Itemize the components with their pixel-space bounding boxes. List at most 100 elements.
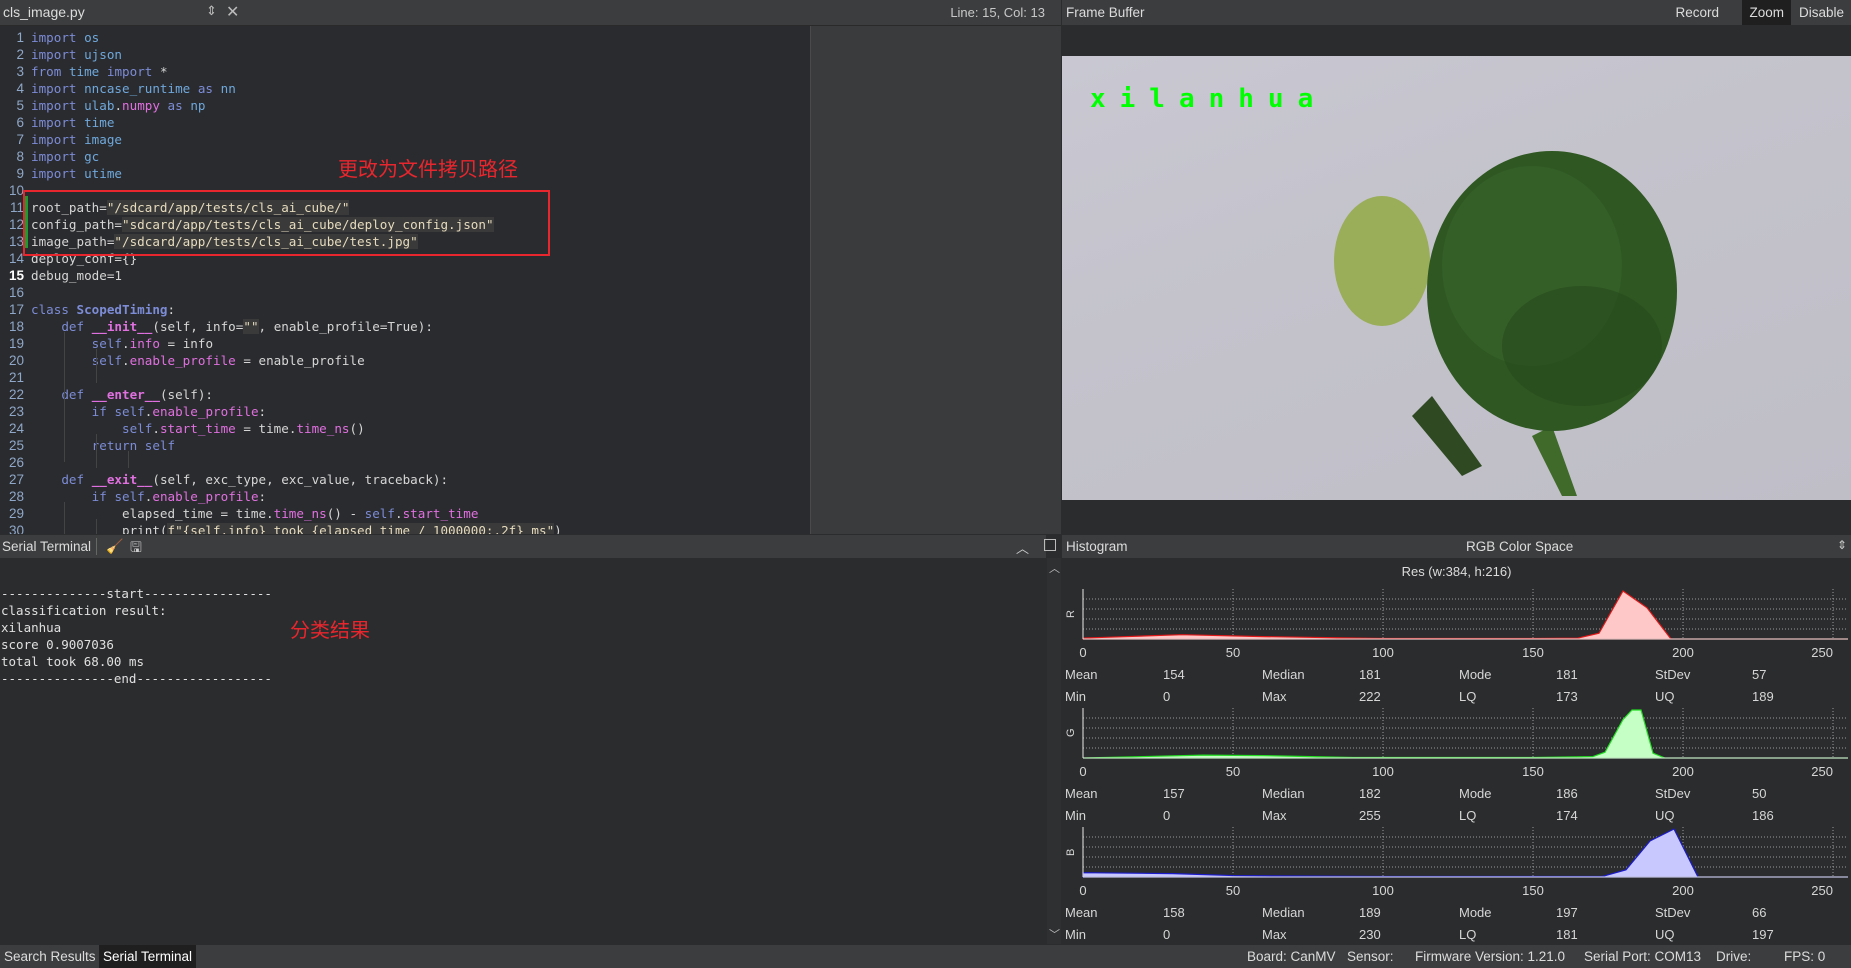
code-line[interactable]: 3 from time import *: [0, 63, 167, 80]
code-text[interactable]: def __init__(self, info="", enable_profi…: [31, 318, 433, 335]
code-line[interactable]: 25 return self: [0, 437, 175, 454]
code-text[interactable]: return self: [31, 437, 175, 454]
code-text[interactable]: class ScopedTiming:: [31, 301, 175, 318]
x-tick-label: 150: [1522, 883, 1544, 898]
tab-serial-terminal[interactable]: Serial Terminal: [99, 945, 197, 968]
serial-terminal-header: Serial Terminal 🧹 🖫 ︿: [0, 535, 1046, 558]
scroll-down-icon[interactable]: ﹀: [1047, 926, 1062, 942]
code-line[interactable]: 10: [0, 182, 24, 199]
close-file-icon[interactable]: ✕: [226, 2, 239, 22]
code-text[interactable]: import os: [31, 29, 99, 46]
code-text[interactable]: self.info = info: [31, 335, 213, 352]
scroll-up-icon[interactable]: ︿: [1047, 560, 1062, 576]
stat-label-uq: UQ: [1655, 689, 1675, 704]
code-line[interactable]: 8 import gc: [0, 148, 99, 165]
line-number: 27: [8, 472, 24, 487]
code-line[interactable]: 22 def __enter__(self):: [0, 386, 213, 403]
code-editor[interactable]: 1 import os 2 import ujson 3 from time import…: [0, 26, 810, 534]
code-text[interactable]: if self.enable_profile:: [31, 488, 266, 505]
code-line[interactable]: 28 if self.enable_profile:: [0, 488, 266, 505]
code-text[interactable]: def __exit__(self, exc_type, exc_value, …: [31, 471, 448, 488]
code-line[interactable]: 5 import ulab.numpy as np: [0, 97, 205, 114]
code-text[interactable]: elapsed_time = time.time_ns() - self.sta…: [31, 505, 478, 522]
stat-label-median: Median: [1262, 905, 1305, 920]
stat-label-min: Min: [1065, 689, 1086, 704]
serial-terminal-title: Serial Terminal: [2, 539, 92, 554]
code-text[interactable]: import ujson: [31, 46, 122, 63]
code-line[interactable]: 29 elapsed_time = time.time_ns() - self.…: [0, 505, 478, 522]
firmware-version[interactable]: Firmware Version: 1.21.0: [1415, 949, 1565, 964]
code-line[interactable]: 16: [0, 284, 24, 301]
float-panel-icon[interactable]: [1044, 539, 1056, 551]
code-line[interactable]: 24 self.start_time = time.time_ns(): [0, 420, 365, 437]
file-switch-icon[interactable]: ⇕: [206, 3, 217, 19]
code-line[interactable]: 14 deploy_conf={}: [0, 250, 137, 267]
broom-icon[interactable]: 🧹: [106, 538, 123, 555]
code-line[interactable]: 2 import ujson: [0, 46, 122, 63]
code-text[interactable]: import nncase_runtime as nn: [31, 80, 236, 97]
zoom-button[interactable]: Zoom: [1742, 0, 1791, 25]
board-info: Board: CanMV: [1247, 949, 1336, 964]
code-line[interactable]: 7 import image: [0, 131, 122, 148]
code-line[interactable]: 15 debug_mode=1: [0, 267, 122, 284]
editor-side-area: [810, 26, 1046, 534]
code-line[interactable]: 19 self.info = info: [0, 335, 213, 352]
annotation-path-note: 更改为文件拷贝路径: [338, 159, 518, 181]
code-text[interactable]: import time: [31, 114, 114, 131]
histogram-scrollbar[interactable]: ︿ ﹀: [1047, 558, 1061, 944]
code-line[interactable]: 1 import os: [0, 29, 99, 46]
terminal-output-line: score 0.9007036: [1, 637, 114, 652]
code-line[interactable]: 18 def __init__(self, info="", enable_pr…: [0, 318, 433, 335]
code-line[interactable]: 12 config_path="sdcard/app/tests/cls_ai_c…: [0, 216, 494, 233]
collapse-up-icon[interactable]: ︿: [1016, 538, 1029, 557]
code-text[interactable]: print(f"{self.info} took {elapsed_time /…: [31, 522, 562, 534]
stat-label-mean: Mean: [1065, 786, 1098, 801]
indent-guide: [96, 434, 97, 468]
color-space-spinner-icon[interactable]: ⇕: [1837, 538, 1847, 552]
code-text[interactable]: debug_mode=1: [31, 267, 122, 284]
stat-label-mode: Mode: [1459, 667, 1492, 682]
code-line[interactable]: 6 import time: [0, 114, 114, 131]
code-line[interactable]: 9 import utime: [0, 165, 122, 182]
code-text[interactable]: self.start_time = time.time_ns(): [31, 420, 365, 437]
code-text[interactable]: if self.enable_profile:: [31, 403, 266, 420]
stat-value-lq: 174: [1556, 808, 1578, 823]
line-number: 12: [8, 217, 24, 232]
line-number: 3: [16, 64, 24, 79]
line-number: 25: [8, 438, 24, 453]
x-tick-label: 150: [1522, 764, 1544, 779]
code-text[interactable]: import utime: [31, 165, 122, 182]
code-line[interactable]: 27 def __exit__(self, exc_type, exc_valu…: [0, 471, 448, 488]
stat-label-stdev: StDev: [1655, 667, 1691, 682]
histogram-area-g: [1082, 709, 1848, 759]
code-line[interactable]: 23 if self.enable_profile:: [0, 403, 266, 420]
frame-buffer-title: Frame Buffer: [1066, 5, 1145, 20]
tab-search-results[interactable]: Search Results: [0, 945, 100, 968]
y-axis-label: G: [1065, 728, 1077, 737]
disable-button[interactable]: Disable: [1792, 0, 1851, 25]
code-text[interactable]: from time import *: [31, 63, 168, 80]
record-button[interactable]: Record: [1668, 0, 1726, 25]
line-number: 19: [8, 336, 24, 351]
code-text[interactable]: import gc: [31, 148, 99, 165]
code-text[interactable]: import image: [31, 131, 122, 148]
code-text[interactable]: def __enter__(self):: [31, 386, 213, 403]
code-line[interactable]: 4 import nncase_runtime as nn: [0, 80, 235, 97]
code-line[interactable]: 21: [0, 369, 24, 386]
code-line[interactable]: 11 root_path="/sdcard/app/tests/cls_ai_cu…: [0, 199, 350, 216]
line-number: 14: [8, 251, 24, 266]
code-line[interactable]: 17 class ScopedTiming:: [0, 301, 175, 318]
file-tab-name[interactable]: cls_image.py: [3, 4, 85, 20]
serial-terminal-output[interactable]: --------------start----------------- clas…: [0, 558, 1046, 944]
code-line[interactable]: 26: [0, 454, 24, 471]
code-text[interactable]: self.enable_profile = enable_profile: [31, 352, 365, 369]
broccoli-leaf: [1532, 426, 1577, 496]
code-line[interactable]: 30 print(f"{self.info} took {elapsed_tim…: [0, 522, 562, 534]
code-line[interactable]: 20 self.enable_profile = enable_profile: [0, 352, 365, 369]
code-text[interactable]: import ulab.numpy as np: [31, 97, 205, 114]
frame-buffer-scrollbar[interactable]: [1047, 26, 1061, 534]
code-line[interactable]: 13 image_path="/sdcard/app/tests/cls_ai_c…: [0, 233, 418, 250]
color-space-select[interactable]: RGB Color Space: [1466, 539, 1573, 554]
stat-value-mean: 157: [1163, 786, 1185, 801]
stat-value-stdev: 66: [1752, 905, 1767, 920]
